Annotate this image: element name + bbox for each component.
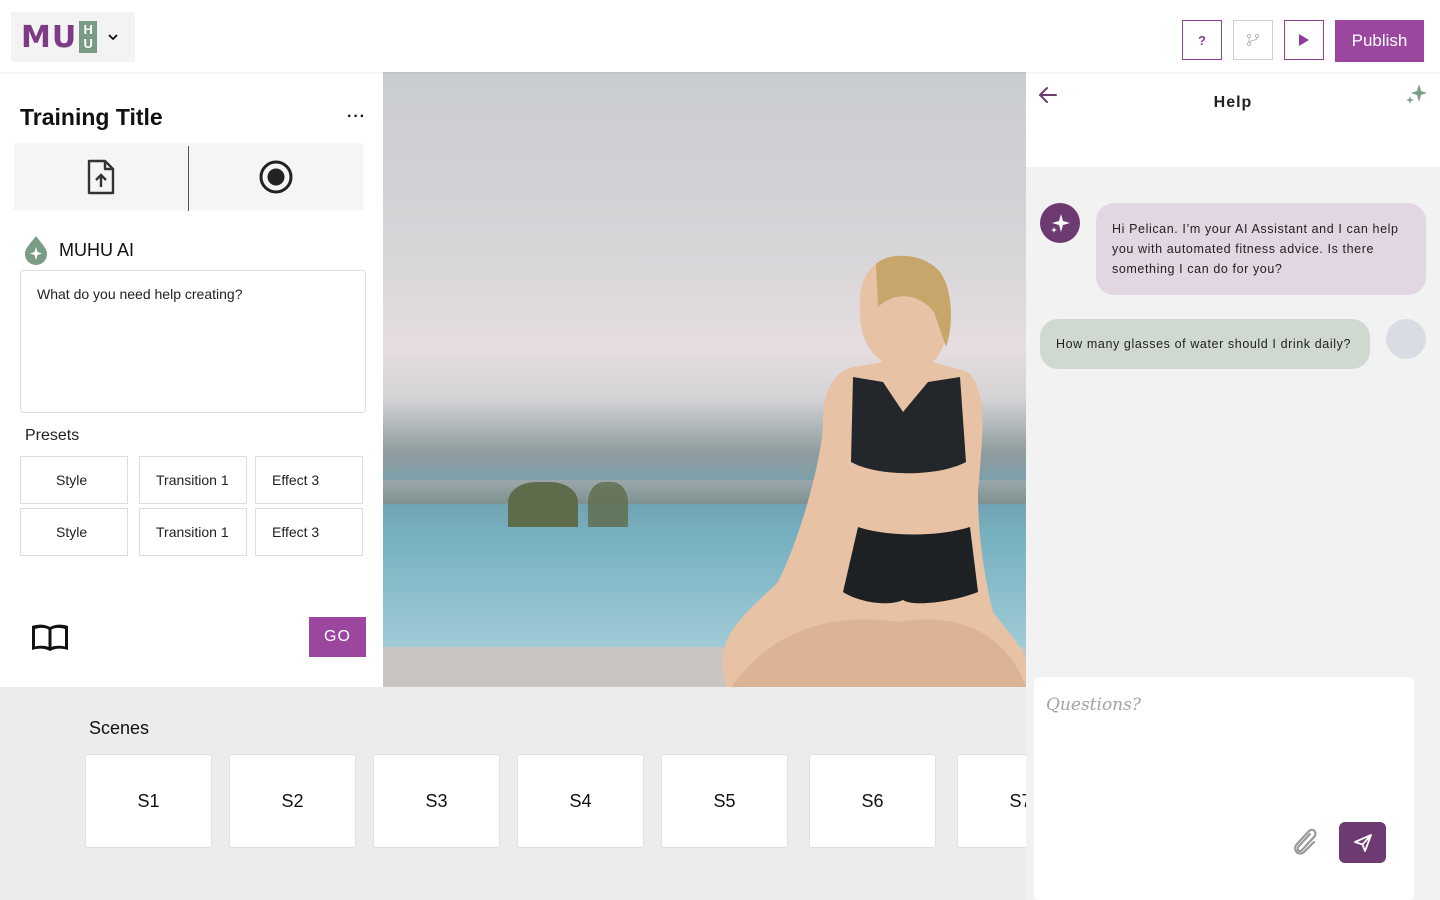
preset-style[interactable]: Style: [20, 508, 128, 556]
chat-composer: Questions?: [1034, 677, 1414, 900]
play-icon: [1299, 34, 1309, 46]
ai-prompt-input[interactable]: What do you need help creating?: [20, 270, 366, 413]
ai-message-bubble: Hi Pelican. I’m your AI Assistant and I …: [1096, 203, 1426, 295]
branch-button[interactable]: [1233, 20, 1273, 60]
preset-effect[interactable]: Effect 3: [255, 456, 363, 504]
preset-transition[interactable]: Transition 1: [139, 456, 247, 504]
logo-hu-block: HU: [79, 21, 98, 53]
scene-card[interactable]: S3: [373, 754, 500, 848]
preset-style[interactable]: Style: [20, 456, 128, 504]
media-action-row: [14, 143, 363, 211]
paperclip-icon[interactable]: [1290, 825, 1320, 859]
top-bar: MU HU ? Publish: [0, 0, 1440, 72]
sparkle-icon: [1051, 214, 1070, 233]
scenes-label: Scenes: [89, 718, 150, 738]
help-button[interactable]: ?: [1182, 20, 1222, 60]
user-message-bubble: How many glasses of water should I drink…: [1040, 319, 1370, 369]
help-title: Help: [1213, 94, 1253, 111]
scene-card[interactable]: S1: [85, 754, 212, 848]
scene-card[interactable]: S6: [809, 754, 936, 848]
play-button[interactable]: [1284, 20, 1324, 60]
sparkle-icon[interactable]: [1404, 82, 1428, 108]
help-panel: Help Hi Pelican. I’m your AI Assistant a…: [1026, 72, 1440, 900]
yoga-woman-image: [722, 255, 1026, 687]
record-icon: [259, 160, 293, 193]
publish-button[interactable]: Publish: [1335, 20, 1424, 62]
video-preview[interactable]: [383, 72, 1026, 687]
logo: MU: [21, 19, 78, 55]
upload-file-button[interactable]: [14, 143, 188, 210]
muhu-ai-label: MUHU AI: [59, 239, 135, 260]
preset-effect[interactable]: Effect 3: [255, 508, 363, 556]
ai-assistant-avatar: [1040, 203, 1080, 243]
presets-label: Presets: [25, 427, 80, 444]
left-panel: Training Title ··· MUHU AI What do you n…: [0, 72, 383, 687]
question-input[interactable]: Questions?: [1046, 695, 1141, 715]
book-icon[interactable]: [30, 622, 70, 654]
help-header: Help: [1026, 72, 1440, 167]
muhu-drop-icon: [25, 236, 47, 265]
send-button[interactable]: [1339, 822, 1386, 863]
chevron-down-icon: [108, 34, 118, 41]
preview-shrub: [588, 482, 628, 532]
file-upload-icon: [87, 159, 115, 194]
scene-card[interactable]: S2: [229, 754, 356, 848]
preview-shrub: [508, 482, 578, 532]
branch-icon: [1246, 33, 1260, 47]
preset-transition[interactable]: Transition 1: [139, 508, 247, 556]
logo-menu[interactable]: MU HU: [11, 12, 135, 62]
training-title: Training Title: [20, 104, 163, 130]
record-button[interactable]: [189, 143, 363, 210]
muhu-ai-heading: MUHU AI: [23, 235, 134, 265]
user-avatar: [1386, 319, 1426, 359]
send-icon: [1353, 833, 1372, 852]
more-options-icon[interactable]: ···: [347, 108, 366, 126]
scene-card[interactable]: S5: [661, 754, 788, 848]
go-button[interactable]: GO: [309, 617, 366, 657]
scene-card[interactable]: S4: [517, 754, 644, 848]
